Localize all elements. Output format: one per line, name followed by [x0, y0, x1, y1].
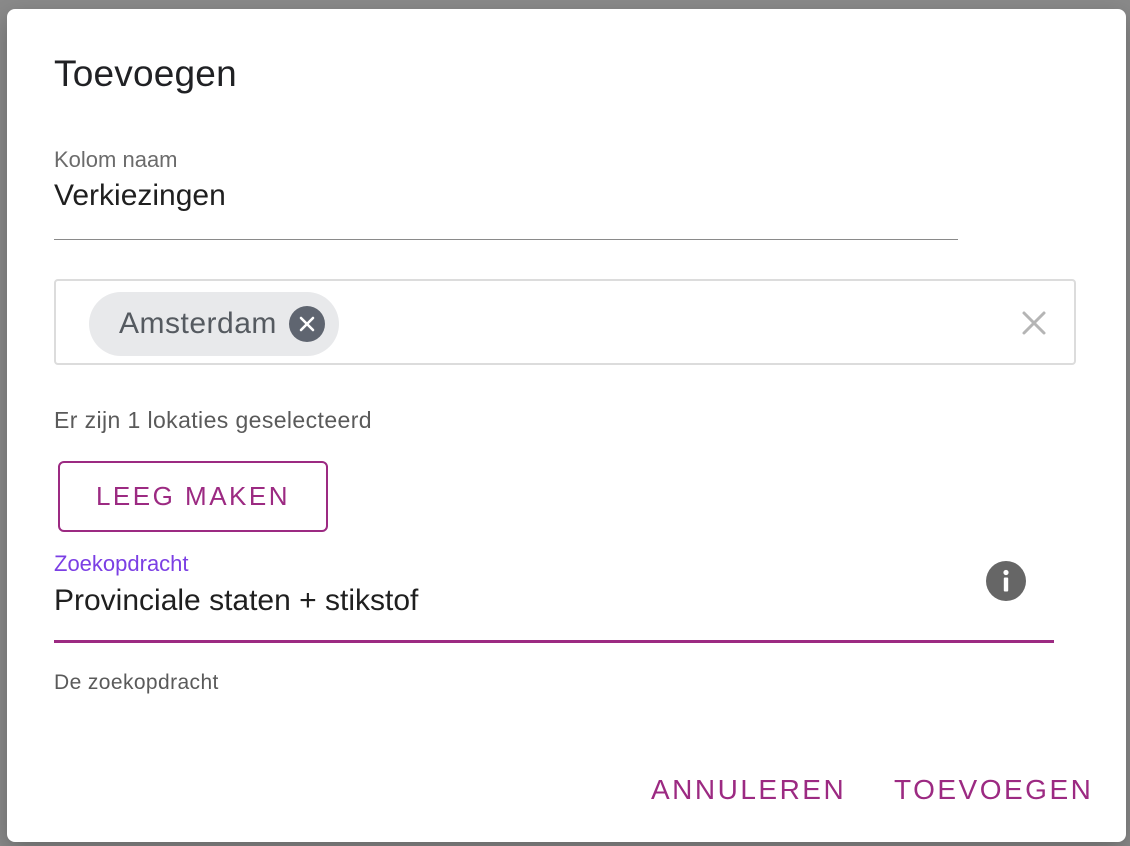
close-circle-glyph — [299, 316, 315, 332]
location-chip-input[interactable]: Amsterdam — [54, 279, 1076, 365]
search-input[interactable] — [54, 584, 954, 618]
close-icon[interactable] — [1020, 309, 1048, 337]
search-helper-text: De zoekopdracht — [54, 671, 219, 694]
search-label: Zoekopdracht — [54, 551, 189, 576]
selected-locations-summary: Er zijn 1 lokaties geselecteerd — [54, 407, 372, 433]
add-dialog: Toevoegen Kolom naam Amsterdam Er zijn 1… — [7, 9, 1126, 842]
location-chip-label: Amsterdam — [119, 307, 277, 340]
column-name-underline — [54, 239, 958, 240]
close-glyph — [1022, 311, 1046, 335]
dialog-title: Toevoegen — [54, 53, 237, 94]
cancel-button[interactable]: ANNULEREN — [651, 774, 846, 806]
column-name-label: Kolom naam — [54, 147, 178, 172]
add-button[interactable]: TOEVOEGEN — [894, 774, 1093, 806]
info-icon[interactable] — [986, 561, 1026, 601]
clear-locations-button[interactable]: LEEG MAKEN — [58, 461, 328, 532]
search-underline — [54, 640, 1054, 643]
column-name-input[interactable] — [54, 179, 954, 213]
info-glyph — [1003, 569, 1009, 592]
close-circle-icon[interactable] — [288, 306, 325, 342]
location-chip: Amsterdam — [89, 292, 339, 356]
